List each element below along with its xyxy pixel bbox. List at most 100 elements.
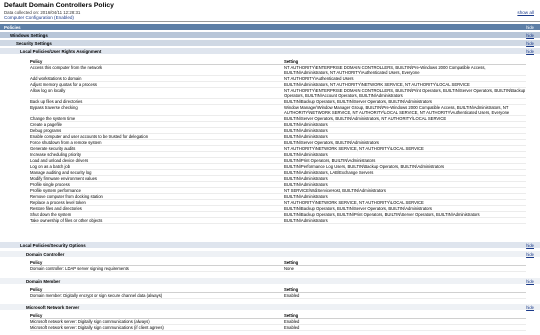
setting-cell: BUILTIN\Administrators, NT AUTHORITY\NET… — [284, 82, 470, 87]
setting-cell: NT AUTHORITY\NETWORK SERVICE, NT AUTHORI… — [284, 146, 424, 151]
section-microsoft-network-server[interactable]: Microsoft Network Server hide — [0, 304, 540, 310]
setting-cell: Window Manager\Window Manager Group, BUI… — [284, 105, 510, 115]
table-header: Policy Setting — [30, 58, 526, 65]
setting-cell: BUILTIN\Administrators — [284, 182, 328, 187]
policy-cell: Profile system performance — [30, 188, 81, 193]
section-policies[interactable]: Policies hide — [0, 24, 540, 30]
section-label: Local Policies/Security Options — [20, 242, 86, 248]
policy-cell: Replace a process level token — [30, 200, 86, 205]
table-row: Microsoft network server: Digitally sign… — [30, 325, 526, 331]
section-label: Policies — [4, 24, 21, 30]
domain-member-table: Policy Setting Domain member: Digitally … — [30, 286, 526, 299]
section-domain-member[interactable]: Domain Member hide — [0, 278, 540, 284]
section-domain-controller[interactable]: Domain Controller hide — [0, 251, 540, 257]
policy-cell: Shut down the system — [30, 212, 72, 217]
policy-cell: Back up files and directories — [30, 99, 83, 104]
policy-cell: Manage auditing and security log — [30, 170, 92, 175]
policy-cell: Domain controller: LDAP server signing r… — [30, 266, 129, 271]
setting-cell: None — [284, 266, 295, 271]
page-title: Default Domain Controllers Policy — [4, 2, 114, 9]
setting-cell: Enabled — [284, 293, 300, 298]
policy-column-header: Policy — [30, 259, 43, 265]
policy-cell: Log on as a batch job — [30, 164, 71, 169]
setting-cell: BUILTIN\Performance Log Users, BUILTIN\B… — [284, 164, 445, 169]
section-windows-settings[interactable]: Windows Settings hide — [0, 32, 540, 38]
table-row: Take ownership of files or other objects… — [30, 218, 526, 224]
computer-configuration-link[interactable]: Computer Configuration (Enabled) — [4, 15, 74, 20]
section-security-options[interactable]: Local Policies/Security Options hide — [0, 242, 540, 248]
policy-cell: Change the system time — [30, 116, 76, 121]
setting-cell: Enabled — [284, 319, 300, 324]
setting-cell: Enabled — [284, 325, 300, 330]
policy-cell: Microsoft network server: Digitally sign… — [30, 325, 164, 330]
table-row: Domain controller: LDAP server signing r… — [30, 266, 526, 272]
setting-cell: BUILTIN\Backup Operators, BUILTIN\Print … — [284, 212, 480, 217]
table-header: Policy Setting — [30, 286, 526, 293]
policy-cell: Access this computer from the network — [30, 65, 103, 70]
policy-cell: Domain member: Digitally encrypt or sign… — [30, 293, 163, 298]
show-all-link[interactable]: show all — [517, 10, 534, 15]
policy-cell: Modify firmware environment values — [30, 176, 98, 181]
policy-cell: Create a pagefile — [30, 122, 62, 127]
hide-link[interactable]: hide — [526, 41, 534, 46]
user-rights-table: Policy Setting Access this computer from… — [30, 58, 526, 224]
table-header: Policy Setting — [30, 312, 526, 319]
section-security-settings[interactable]: Security Settings hide — [0, 40, 540, 46]
policy-cell: Add workstations to domain — [30, 76, 82, 81]
policy-cell: Increase scheduling priority — [30, 152, 81, 157]
table-header: Policy Setting — [30, 259, 526, 266]
section-label: Microsoft Network Server — [26, 304, 80, 310]
table-row: Allow log on locally NT AUTHORITY\ENTERPR… — [30, 88, 526, 99]
policy-cell: Force shutdown from a remote system — [30, 140, 102, 145]
microsoft-network-server-rows: Microsoft network server: Digitally sign… — [30, 319, 526, 331]
section-label: Domain Controller — [26, 251, 65, 257]
setting-cell: BUILTIN\Administrators — [284, 122, 328, 127]
policy-column-header: Policy — [30, 58, 43, 64]
policy-cell: Bypass traverse checking — [30, 105, 78, 110]
setting-column-header: Setting — [284, 312, 299, 318]
table-row: Bypass traverse checking Window Manager\W… — [30, 105, 526, 116]
hide-link[interactable]: hide — [526, 252, 534, 257]
section-user-rights-assignment[interactable]: Local Policies/User Rights Assignment hi… — [0, 48, 540, 54]
policy-cell: Restore files and directories — [30, 206, 82, 211]
policy-cell: Profile single process — [30, 182, 70, 187]
policy-cell: Microsoft network server: Digitally sign… — [30, 319, 150, 324]
policy-cell: Load and unload device drivers — [30, 158, 89, 163]
policy-column-header: Policy — [30, 286, 43, 292]
section-label: Local Policies/User Rights Assignment — [20, 48, 102, 54]
setting-column-header: Setting — [284, 286, 299, 292]
user-rights-rows: Access this computer from the network NT … — [30, 65, 526, 224]
setting-cell: BUILTIN\Administrators — [284, 128, 328, 133]
setting-cell: NT SERVICE\WdiServiceHost, BUILTIN\Admin… — [284, 188, 386, 193]
gpo-report: Default Domain Controllers Policy Data c… — [0, 0, 540, 335]
section-label: Domain Member — [26, 278, 61, 284]
setting-column-header: Setting — [284, 58, 299, 64]
hide-link[interactable]: hide — [526, 33, 534, 38]
policy-cell: Enable computer and user accounts to be … — [30, 134, 149, 139]
setting-cell: BUILTIN\Backup Operators, BUILTIN\Server… — [284, 99, 433, 104]
domain-controller-rows: Domain controller: LDAP server signing r… — [30, 266, 526, 272]
setting-cell: BUILTIN\Administrators, LAB\Exchange Ser… — [284, 170, 374, 175]
policy-cell: Generate security audits — [30, 146, 76, 151]
hide-link[interactable]: hide — [526, 279, 534, 284]
policy-cell: Remove computer from docking station — [30, 194, 103, 199]
setting-cell: BUILTIN\Administrators — [284, 194, 328, 199]
setting-column-header: Setting — [284, 259, 299, 265]
setting-cell: BUILTIN\Administrators — [284, 152, 328, 157]
domain-member-rows: Domain member: Digitally encrypt or sign… — [30, 293, 526, 299]
hide-link[interactable]: hide — [526, 49, 534, 54]
setting-cell: BUILTIN\Administrators — [284, 176, 328, 181]
setting-cell: NT AUTHORITY\NETWORK SERVICE, NT AUTHORI… — [284, 200, 424, 205]
section-label: Windows Settings — [10, 32, 48, 38]
microsoft-network-server-table: Policy Setting Microsoft network server:… — [30, 312, 526, 331]
hide-link[interactable]: hide — [526, 243, 534, 248]
setting-cell: BUILTIN\Print Operators, BUILTIN\Adminis… — [284, 158, 376, 163]
setting-cell: BUILTIN\Server Operators, BUILTIN\Admini… — [284, 140, 380, 145]
setting-cell: NT AUTHORITY\ENTERPRISE DOMAIN CONTROLLE… — [284, 88, 526, 98]
setting-cell: BUILTIN\Administrators — [284, 218, 328, 223]
setting-cell: BUILTIN\Backup Operators, BUILTIN\Server… — [284, 206, 433, 211]
hide-link[interactable]: hide — [526, 305, 534, 310]
setting-cell: NT AUTHORITY\ENTERPRISE DOMAIN CONTROLLE… — [284, 65, 486, 75]
table-row: Domain member: Digitally encrypt or sign… — [30, 293, 526, 299]
hide-link[interactable]: hide — [526, 25, 534, 30]
